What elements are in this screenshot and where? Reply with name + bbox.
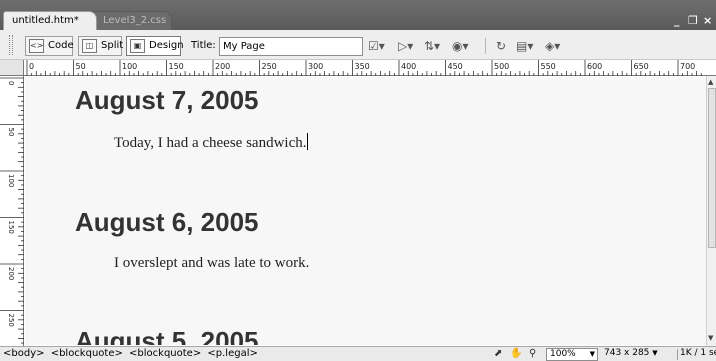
tab-level3-css[interactable]: Level3_2.css: [92, 11, 172, 30]
design-view-canvas[interactable]: August 7, 2005 Today, I had a cheese san…: [25, 77, 706, 345]
document-toolbar: <> Code ◫ Split ▣ Design Title: My Page …: [0, 30, 716, 60]
ruler-label: 300: [308, 62, 323, 71]
ruler-label: 250: [262, 62, 277, 71]
document-tab-bar: Level3_2.css untitled.htm* _ ❐ ×: [0, 0, 716, 30]
preview-icon[interactable]: ▷▾: [398, 38, 413, 54]
scroll-down-icon[interactable]: ▼: [708, 334, 713, 342]
horizontal-ruler[interactable]: 0 50 100 150 200 250 300 350 400 450 500 550 600 650 7…: [0, 60, 716, 76]
close-button[interactable]: ×: [703, 14, 712, 27]
entry-text-content: Today, I had a cheese sandwich.: [114, 135, 307, 151]
window-size-value: 743 x 285: [604, 348, 650, 358]
view-options-icon[interactable]: ▤▾: [516, 38, 533, 54]
ruler-label: 150: [7, 221, 15, 234]
zoom-value: 100%: [550, 349, 576, 359]
ruler-label: 250: [7, 314, 15, 327]
zoom-select[interactable]: 100% ▼: [546, 348, 598, 361]
ruler-label: 200: [7, 267, 15, 280]
ruler-label: 50: [76, 62, 86, 71]
select-tool-icon[interactable]: ⬈: [494, 347, 502, 361]
restore-button[interactable]: ❐: [688, 14, 698, 27]
design-view-label: Design: [149, 40, 184, 51]
download-size: 1K / 1 sec: [680, 348, 716, 358]
status-separator: [677, 349, 678, 360]
ruler-label: 600: [587, 62, 602, 71]
toolbar-separator: [485, 38, 486, 54]
ruler-label: 700: [680, 62, 695, 71]
window-size-menu[interactable]: 743 x 285 ▼: [604, 348, 658, 358]
ruler-label: 100: [7, 174, 15, 187]
ruler-label: 550: [541, 62, 556, 71]
scrollbar-thumb[interactable]: [708, 88, 716, 248]
ruler-label: 500: [494, 62, 509, 71]
hand-tool-icon[interactable]: ✋: [510, 347, 522, 361]
ruler-label: 0: [29, 62, 34, 71]
code-icon: <>: [29, 39, 44, 53]
entry-text[interactable]: I overslept and was late to work.: [114, 255, 309, 272]
tag-selector-item[interactable]: <blockquote>: [129, 348, 201, 359]
tab-label: Level3_2.css: [103, 15, 167, 26]
ruler-corner[interactable]: [0, 60, 24, 76]
entry-date-heading: August 5, 2005: [75, 326, 259, 345]
validate-icon[interactable]: ☑▾: [368, 38, 385, 54]
ruler-label: 100: [122, 62, 137, 71]
vertical-ruler[interactable]: 0 50 100 150 200 250: [0, 76, 24, 346]
chevron-down-icon: ▼: [652, 349, 658, 357]
vertical-scrollbar[interactable]: ▲ ▼: [706, 76, 716, 346]
entry-date-heading: August 7, 2005: [75, 85, 259, 115]
ruler-label: 0: [7, 81, 15, 85]
design-icon: ▣: [130, 39, 145, 53]
tag-selector-item[interactable]: <body>: [3, 348, 45, 359]
title-label: Title:: [191, 40, 216, 51]
ruler-label: 200: [215, 62, 230, 71]
design-view-button[interactable]: ▣ Design: [126, 36, 184, 56]
ruler-label: 650: [634, 62, 649, 71]
ruler-label: 400: [401, 62, 416, 71]
toolbar-grip[interactable]: [9, 35, 13, 55]
chevron-down-icon: ▼: [589, 350, 595, 358]
ruler-label: 150: [169, 62, 184, 71]
browser-preview-icon[interactable]: ◉▾: [452, 38, 469, 54]
file-transfer-icon[interactable]: ⇅▾: [424, 38, 440, 54]
zoom-tool-icon[interactable]: ⚲: [529, 347, 536, 361]
refresh-icon[interactable]: ↻: [496, 38, 506, 54]
split-view-button[interactable]: ◫ Split: [78, 36, 124, 56]
vertical-ruler-graphic: 0 50 100 150 200 250: [0, 77, 24, 344]
horizontal-ruler-graphic: 0 50 100 150 200 250 300 350 400 450 500 550 600 650 7…: [26, 60, 702, 76]
page-title-input[interactable]: My Page: [219, 37, 363, 56]
entry-date-heading: August 6, 2005: [75, 207, 259, 237]
split-view-label: Split: [101, 40, 124, 51]
status-bar: <body> <blockquote> <blockquote> <p.lega…: [0, 346, 716, 361]
entry-text[interactable]: Today, I had a cheese sandwich.: [114, 133, 309, 152]
split-icon: ◫: [82, 39, 97, 53]
scroll-up-icon[interactable]: ▲: [708, 78, 713, 86]
tag-selector-item[interactable]: <blockquote>: [51, 348, 123, 359]
visual-aids-icon[interactable]: ◈▾: [545, 38, 560, 54]
text-cursor: [307, 133, 309, 150]
tag-selector: <body> <blockquote> <blockquote> <p.lega…: [3, 348, 261, 359]
tab-untitled-htm[interactable]: untitled.htm*: [3, 11, 97, 30]
code-view-label: Code: [48, 40, 74, 51]
minimize-button[interactable]: _: [674, 14, 680, 27]
tag-selector-item[interactable]: <p.legal>: [207, 348, 257, 359]
ruler-label: 350: [355, 62, 370, 71]
ruler-label: 50: [7, 128, 15, 137]
ruler-label: 450: [448, 62, 463, 71]
code-view-button[interactable]: <> Code: [25, 36, 74, 56]
tab-label: untitled.htm*: [12, 15, 79, 26]
